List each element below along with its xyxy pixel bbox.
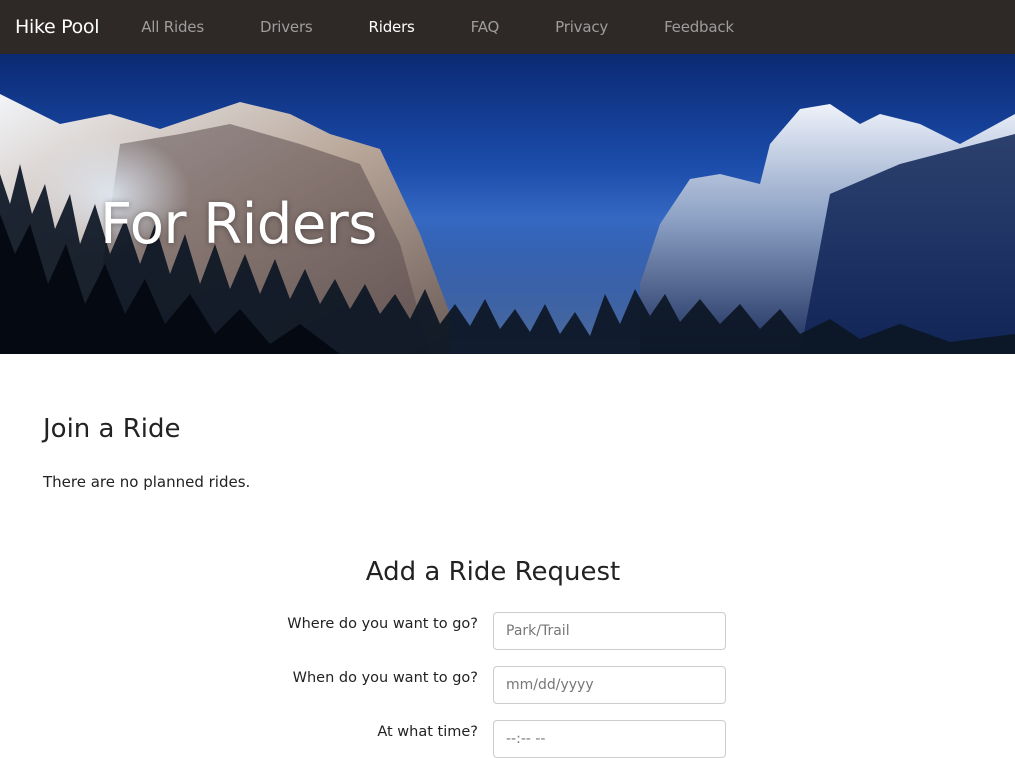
destination-input[interactable] [493, 612, 726, 650]
brand-link[interactable]: Hike Pool [15, 16, 100, 38]
nav-item-feedback[interactable]: Feedback [664, 18, 734, 36]
top-navbar: Hike Pool All Rides Drivers Riders FAQ P… [0, 0, 1015, 54]
nav-item-faq[interactable]: FAQ [471, 18, 500, 36]
nav-item-privacy[interactable]: Privacy [555, 18, 608, 36]
no-rides-message: There are no planned rides. [43, 473, 251, 491]
hero-banner: For Riders [0, 54, 1015, 354]
time-input[interactable] [493, 720, 726, 758]
date-input[interactable] [493, 666, 726, 704]
join-ride-heading: Join a Ride [43, 414, 181, 444]
date-label: When do you want to go? [292, 670, 478, 686]
destination-label: Where do you want to go? [287, 616, 478, 632]
nav-item-all-rides[interactable]: All Rides [141, 18, 204, 36]
hero-title: For Riders [100, 192, 377, 257]
ride-request-heading: Add a Ride Request [365, 557, 621, 587]
time-label: At what time? [377, 724, 478, 740]
nav-item-riders[interactable]: Riders [369, 18, 415, 36]
nav-item-drivers[interactable]: Drivers [260, 18, 313, 36]
